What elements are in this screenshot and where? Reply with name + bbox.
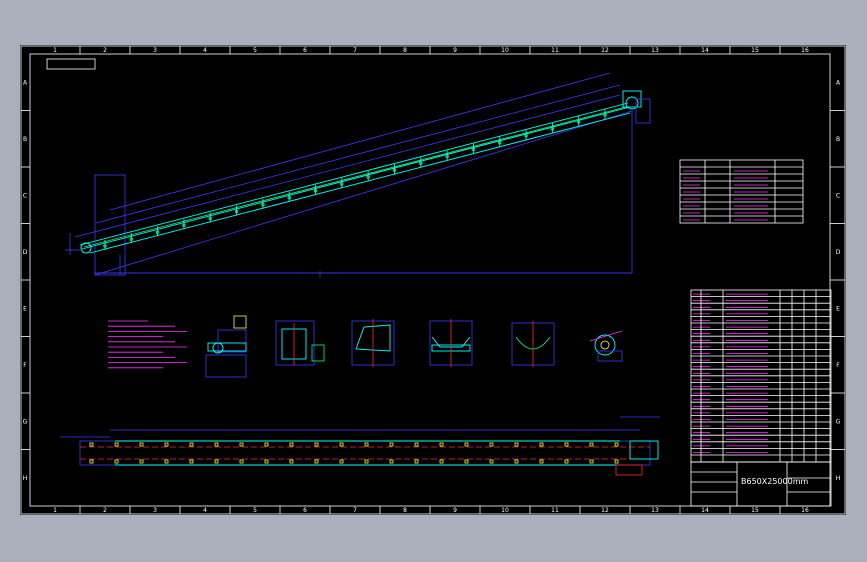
column-label: 12 (601, 507, 609, 514)
row-label: A (836, 79, 841, 86)
detail-drive (205, 315, 247, 378)
plan-view (60, 416, 660, 476)
outer-border (20, 45, 846, 515)
column-label: 16 (801, 47, 809, 54)
column-label: 3 (153, 47, 157, 54)
detail-take-up (589, 330, 623, 362)
column-label: 13 (651, 47, 659, 54)
column-label: 1 (53, 507, 57, 514)
column-label: 2 (103, 47, 107, 54)
column-label: 5 (253, 507, 257, 514)
belt-upper (79, 102, 629, 246)
column-label: 3 (153, 507, 157, 514)
row-label: C (836, 192, 840, 199)
row-labels-right: A B C D E F G H (830, 79, 845, 482)
drawing-canvas: 1 2 3 4 5 6 7 8 9 10 11 12 13 14 15 16 1 2 3 4 5 6 7 8 9 10 11 12 1… (20, 45, 846, 515)
row-label: B (23, 136, 27, 143)
row-label: F (836, 362, 840, 369)
inner-border (29, 53, 831, 507)
detail-return-idler (511, 321, 555, 367)
row-label: B (836, 136, 840, 143)
support-outline (94, 110, 633, 276)
column-label: 5 (253, 47, 257, 54)
column-label: 10 (501, 47, 509, 54)
detail-frame (275, 320, 325, 366)
column-label: 14 (701, 507, 709, 514)
column-label: 6 (303, 47, 307, 54)
column-label: 2 (103, 507, 107, 514)
row-labels-left: A B C D E F G H (21, 79, 30, 482)
column-label: 8 (403, 47, 407, 54)
row-label: H (23, 475, 28, 482)
column-label: 12 (601, 47, 609, 54)
row-label: C (23, 192, 27, 199)
column-label: 1 (53, 47, 57, 54)
column-label: 9 (453, 47, 457, 54)
column-label: 15 (751, 507, 759, 514)
row-label: G (836, 418, 841, 425)
row-label: A (23, 79, 28, 86)
row-label: E (836, 305, 840, 312)
column-label: 11 (551, 507, 559, 514)
drawing-title: B650X25000mm (741, 477, 808, 486)
parameter-table (679, 159, 804, 224)
column-label: 4 (203, 507, 207, 514)
idler-marks (103, 109, 607, 250)
column-label: 8 (403, 507, 407, 514)
title-block: B650X25000mm (690, 461, 832, 507)
row-label: D (836, 249, 841, 256)
column-label: 4 (203, 47, 207, 54)
column-label: 9 (453, 507, 457, 514)
row-label: F (23, 362, 27, 369)
corner-stamp (46, 58, 96, 70)
conveyor-elevation (65, 72, 651, 277)
column-label: 16 (801, 507, 809, 514)
row-label: G (23, 418, 28, 425)
column-label: 7 (353, 507, 357, 514)
column-label: 13 (651, 507, 659, 514)
column-label: 15 (751, 47, 759, 54)
column-label: 10 (501, 507, 509, 514)
column-label: 7 (353, 47, 357, 54)
column-label: 14 (701, 47, 709, 54)
cad-viewport[interactable]: 1 2 3 4 5 6 7 8 9 10 11 12 13 14 15 16 1 2 3 4 5 6 7 8 9 10 11 12 1… (20, 45, 846, 515)
row-label: E (23, 305, 27, 312)
column-labels-bottom: 1 2 3 4 5 6 7 8 9 10 11 12 13 14 15 16 (53, 506, 809, 514)
row-label: D (23, 249, 28, 256)
row-label: H (836, 475, 841, 482)
technical-notes (108, 320, 187, 369)
detail-trough-idler (429, 319, 473, 367)
column-label: 11 (551, 47, 559, 54)
column-labels-top: 1 2 3 4 5 6 7 8 9 10 11 12 13 14 15 16 (53, 46, 809, 54)
detail-chute (351, 319, 395, 367)
column-label: 6 (303, 507, 307, 514)
bill-of-materials (690, 289, 832, 463)
